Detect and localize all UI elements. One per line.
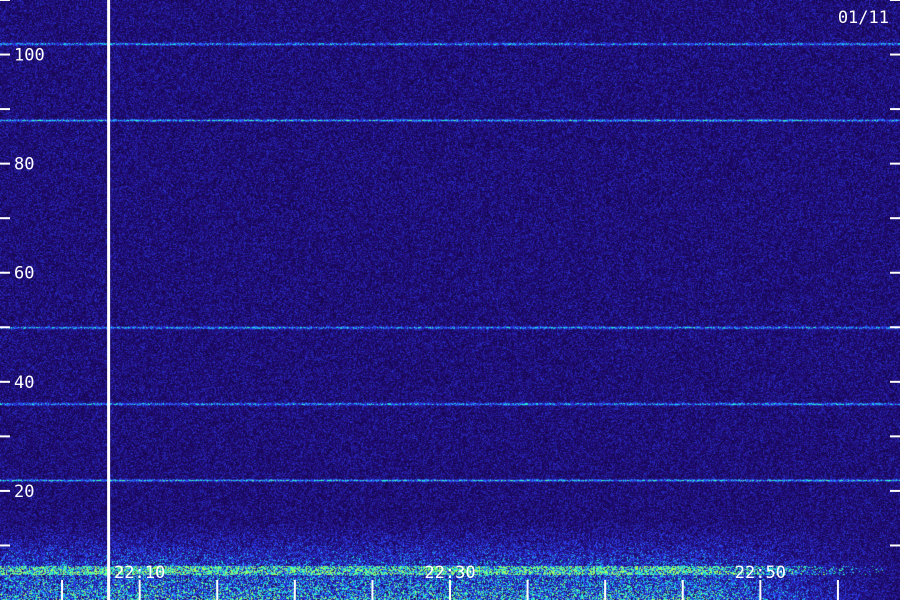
x-tick-label: 22:10 — [114, 563, 165, 583]
y-tick-label: 60 — [14, 264, 34, 284]
y-tick-label: 80 — [14, 155, 34, 175]
y-tick-label: 20 — [14, 482, 34, 502]
spectrogram: 20 40 60 80 100 22:10 22:30 22:50 01/11 — [0, 0, 900, 600]
date-label: 01/11 — [838, 8, 889, 28]
chart-overlay: 20 40 60 80 100 22:10 22:30 22:50 01/11 — [0, 0, 900, 600]
y-tick-label: 100 — [14, 46, 45, 66]
y-tick-label: 40 — [14, 373, 34, 393]
y-axis-ticks: 20 40 60 80 100 — [0, 0, 900, 547]
x-tick-label: 22:30 — [424, 563, 475, 583]
x-tick-label: 22:50 — [735, 563, 786, 583]
x-axis-ticks: 22:10 22:30 22:50 — [61, 563, 839, 600]
